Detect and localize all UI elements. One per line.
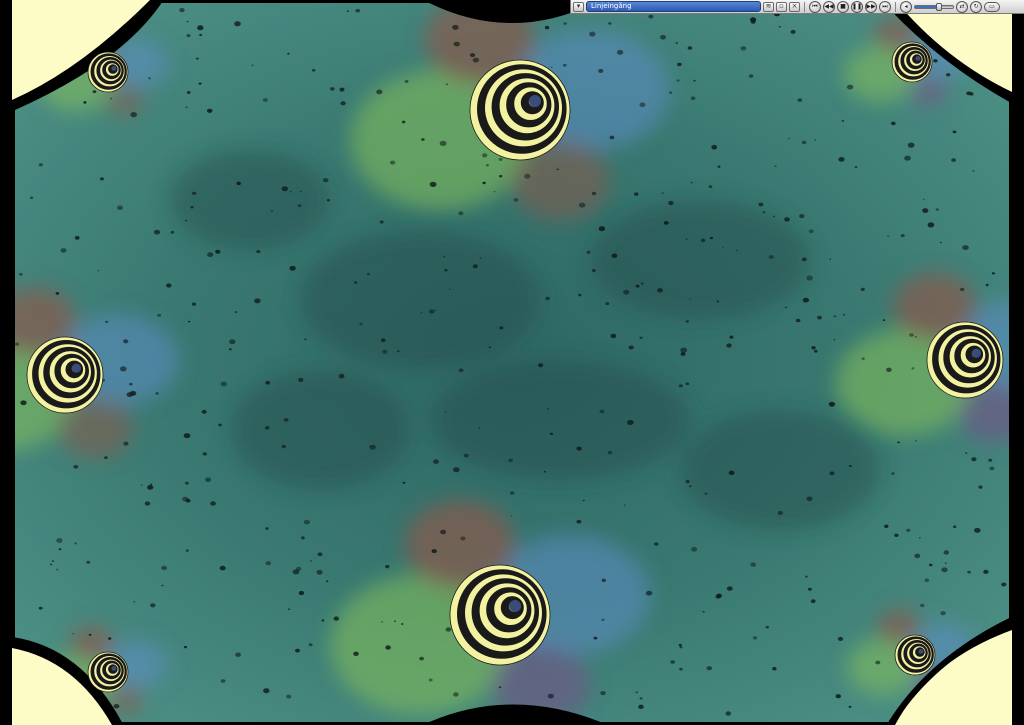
close-button[interactable]: × [789, 1, 800, 12]
toolbar-divider [804, 1, 805, 12]
rewind-button[interactable]: ◀◀ [823, 0, 835, 13]
fast-forward-icon: ▶▶ [866, 2, 876, 10]
repeat-icon: ↻ [973, 2, 979, 10]
return-full-mode-button[interactable]: ▭ [984, 1, 1000, 12]
repeat-button[interactable]: ↻ [970, 0, 982, 13]
close-icon: × [791, 2, 798, 10]
spiral-top-left [87, 51, 129, 93]
next-icon: ⏭ [882, 2, 888, 10]
fast-forward-button[interactable]: ▶▶ [865, 0, 877, 13]
return-full-mode-icon: ▭ [989, 3, 995, 10]
pause-button[interactable]: ❚❚ [851, 0, 863, 13]
previous-button[interactable]: ⏮ [809, 0, 821, 13]
speaker-icon: ◂ [904, 2, 908, 10]
spiral-right [926, 321, 1004, 399]
previous-icon: ⏮ [812, 2, 818, 10]
restore-icon: ▫ [779, 2, 784, 10]
spiral-bottom-left [87, 651, 129, 693]
visualization-toggle-button[interactable]: ≋ [763, 1, 774, 12]
now-playing-field[interactable]: Linjeingång [586, 1, 761, 12]
spiral-top-center [469, 59, 571, 161]
volume-knob[interactable] [936, 2, 942, 11]
menu-button[interactable]: ▾ [573, 1, 584, 12]
next-button[interactable]: ⏭ [879, 0, 891, 13]
rewind-icon: ◀◀ [824, 2, 834, 10]
spiral-bottom-right [894, 634, 936, 676]
restore-button[interactable]: ▫ [776, 1, 787, 12]
visualization-window: ▾ Linjeingång ≋ ▫ × ⏮ ◀◀ ■ ❚❚ ▶▶ ⏭ ◂ ⇄ ↻… [0, 0, 1024, 725]
volume-slider[interactable] [914, 2, 954, 11]
shuffle-icon: ⇄ [959, 2, 965, 10]
mute-button[interactable]: ◂ [900, 0, 912, 13]
menu-icon: ▾ [576, 2, 581, 10]
fractal-visualization [0, 0, 1024, 725]
shuffle-button[interactable]: ⇄ [956, 0, 968, 13]
volume-fill [915, 5, 938, 8]
toolbar-divider [895, 1, 896, 12]
pause-icon: ❚❚ [851, 2, 863, 10]
stop-icon: ■ [840, 2, 846, 10]
spiral-top-right [891, 41, 933, 83]
spiral-left [26, 336, 104, 414]
visualization-icon: ≋ [765, 2, 772, 10]
player-mini-bar: ▾ Linjeingång ≋ ▫ × ⏮ ◀◀ ■ ❚❚ ▶▶ ⏭ ◂ ⇄ ↻… [570, 0, 1024, 14]
spiral-bottom-center [449, 564, 551, 666]
stop-button[interactable]: ■ [837, 0, 849, 13]
